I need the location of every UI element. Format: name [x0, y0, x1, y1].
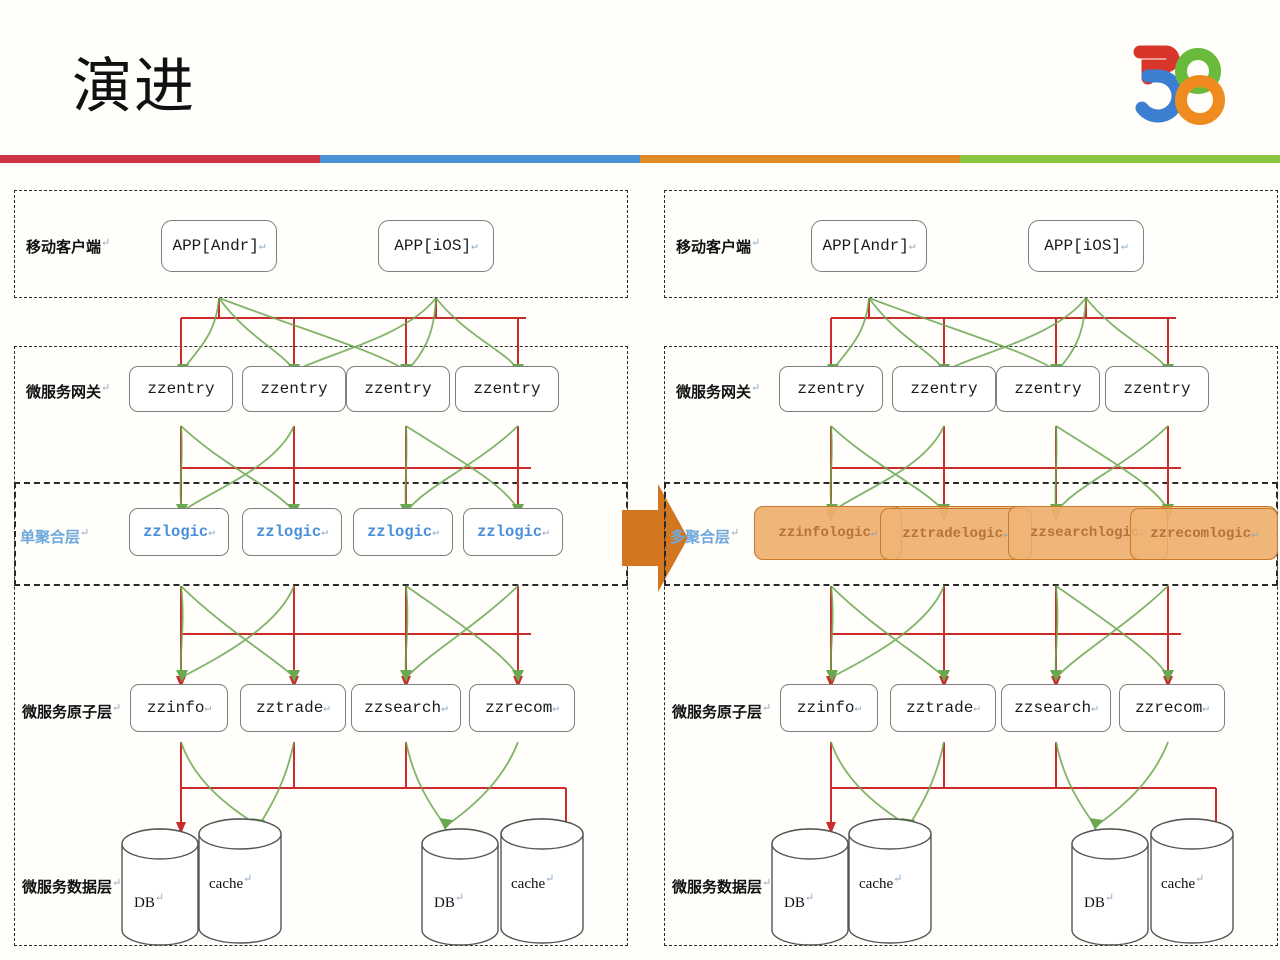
- cylinder-db-2[interactable]: [1069, 826, 1151, 948]
- node-zzentry-1[interactable]: zzentry: [779, 366, 883, 412]
- node-zztrade[interactable]: zztrade ↵: [240, 684, 346, 732]
- page-title: 演进: [72, 54, 196, 120]
- node-zzentry-2[interactable]: zzentry: [892, 366, 996, 412]
- node-app-android[interactable]: APP[Andr] ↵: [161, 220, 277, 272]
- node-zzentry-4[interactable]: zzentry: [455, 366, 559, 412]
- cylinder-cache-1-label: cache↵: [859, 873, 903, 892]
- node-zzinfo[interactable]: zzinfo ↵: [130, 684, 228, 732]
- node-zzentry-4[interactable]: zzentry: [1105, 366, 1209, 412]
- cylinder-cache-2-label: cache↵: [1161, 873, 1205, 892]
- diagram-after-multi-aggregation: 移动客户端↵ 微服务网关↵ 多聚合层↵ 微服务原子层↵ 微服务数据层↵ APP[…: [656, 186, 1280, 952]
- diagram-before-single-aggregation: 移动客户端↵ 微服务网关↵ 单聚合层↵ 微服务原子层↵ 微服务数据层↵ APP[…: [6, 186, 636, 952]
- row-label-mobile-client: 移动客户端↵: [676, 237, 761, 256]
- row-label-data: 微服务数据层↵: [22, 877, 122, 896]
- node-zzlogic-3[interactable]: zzlogic ↵: [353, 508, 453, 556]
- row-label-aggregation: 多聚合层↵: [670, 527, 740, 546]
- cylinder-db-2-label: DB↵: [434, 892, 465, 911]
- divider-segment-blue: [320, 155, 640, 163]
- 58-logo: [1133, 45, 1225, 125]
- cylinder-db-1-label: DB↵: [784, 892, 815, 911]
- node-zzlogic-4[interactable]: zzlogic ↵: [463, 508, 563, 556]
- row-label-gateway: 微服务网关↵: [676, 382, 761, 401]
- brand-divider: [0, 155, 1280, 163]
- node-zzinfo[interactable]: zzinfo ↵: [780, 684, 878, 732]
- node-zzentry-3[interactable]: zzentry: [996, 366, 1100, 412]
- cylinder-db-1[interactable]: [769, 826, 851, 948]
- node-zzentry-2[interactable]: zzentry: [242, 366, 346, 412]
- cylinder-db-1-label: DB↵: [134, 892, 165, 911]
- divider-segment-orange: [640, 155, 960, 163]
- row-label-data: 微服务数据层↵: [672, 877, 772, 896]
- node-zzrecom[interactable]: zzrecom ↵: [469, 684, 575, 732]
- node-zzrecomlogic[interactable]: zzrecomlogic ↵: [1130, 508, 1278, 560]
- row-label-aggregation: 单聚合层↵: [20, 527, 90, 546]
- divider-segment-green: [960, 155, 1280, 163]
- node-app-ios[interactable]: APP[iOS] ↵: [378, 220, 494, 272]
- row-label-atomic: 微服务原子层↵: [22, 702, 122, 721]
- node-app-ios[interactable]: APP[iOS] ↵: [1028, 220, 1144, 272]
- cylinder-db-2-label: DB↵: [1084, 892, 1115, 911]
- divider-segment-red: [0, 155, 320, 163]
- node-app-android[interactable]: APP[Andr] ↵: [811, 220, 927, 272]
- node-zzlogic-1[interactable]: zzlogic ↵: [129, 508, 229, 556]
- cylinder-db-1[interactable]: [119, 826, 201, 948]
- node-zzsearch[interactable]: zzsearch ↵: [1001, 684, 1111, 732]
- cylinder-db-2[interactable]: [419, 826, 501, 948]
- row-label-mobile-client: 移动客户端↵: [26, 237, 111, 256]
- row-label-atomic: 微服务原子层↵: [672, 702, 772, 721]
- node-zzentry-3[interactable]: zzentry: [346, 366, 450, 412]
- node-zzsearch[interactable]: zzsearch ↵: [351, 684, 461, 732]
- cylinder-cache-2-label: cache↵: [511, 873, 555, 892]
- row-label-gateway: 微服务网关↵: [26, 382, 111, 401]
- node-zztrade[interactable]: zztrade ↵: [890, 684, 996, 732]
- node-zzrecom[interactable]: zzrecom ↵: [1119, 684, 1225, 732]
- cylinder-cache-1-label: cache↵: [209, 873, 253, 892]
- node-zzentry-1[interactable]: zzentry: [129, 366, 233, 412]
- node-zzlogic-2[interactable]: zzlogic ↵: [242, 508, 342, 556]
